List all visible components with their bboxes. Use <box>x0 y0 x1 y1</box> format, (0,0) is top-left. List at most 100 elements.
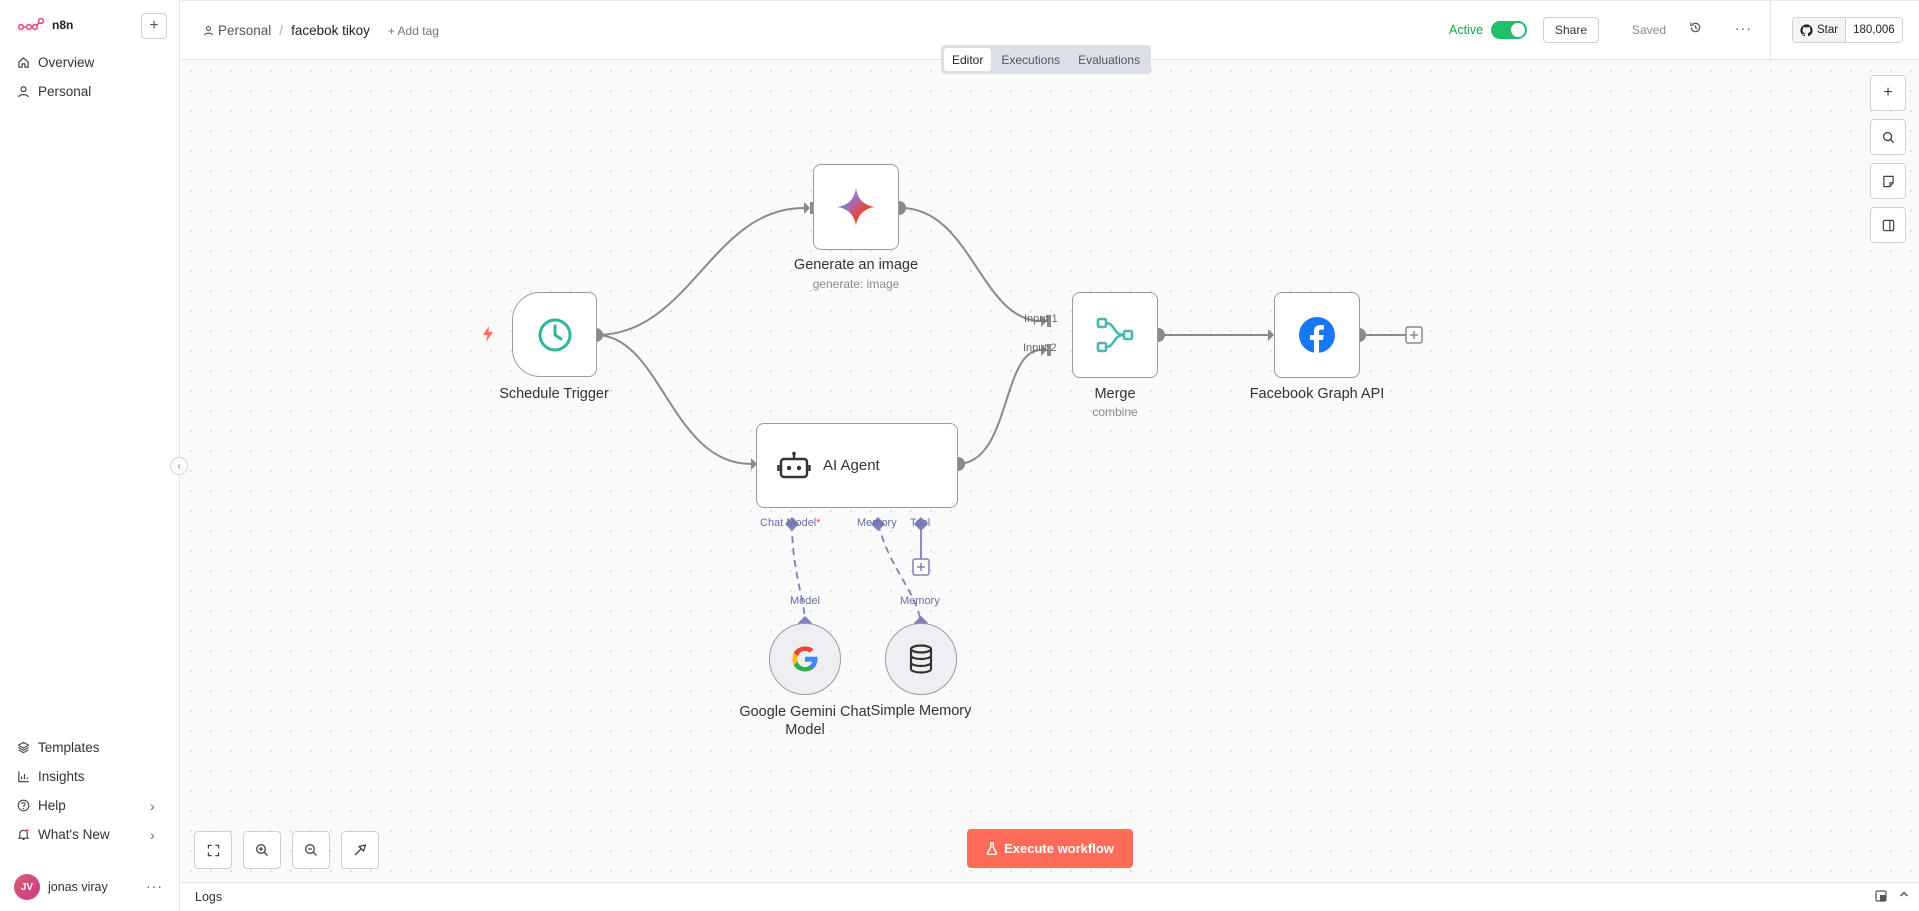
sidebar-item-overview[interactable]: Overview <box>16 55 94 70</box>
tidy-up-icon[interactable] <box>341 831 379 869</box>
node-generate-image[interactable] <box>813 164 899 250</box>
connection-gemini-agent <box>791 523 806 624</box>
brand-name: n8n <box>52 18 74 32</box>
toggle-switch[interactable] <box>1491 21 1528 39</box>
bell-icon <box>16 828 30 842</box>
port-label-input-2: Input 2 <box>1023 342 1057 354</box>
tab-executions[interactable]: Executions <box>993 48 1068 71</box>
workflow-name[interactable]: facebok tikoy <box>291 23 370 38</box>
share-button[interactable]: Share <box>1543 17 1600 43</box>
brand[interactable]: n8n <box>18 18 73 32</box>
port-label-tool: Tool <box>910 517 931 529</box>
clock-icon <box>538 318 571 351</box>
avatar: JV <box>14 874 40 900</box>
node-subtitle: generate: image <box>812 277 900 291</box>
gemini-sparkle-icon <box>837 188 875 226</box>
node-subtitle: combine <box>1092 405 1138 419</box>
breadcrumb-separator: / <box>279 23 284 38</box>
github-star-count: 180,006 <box>1846 18 1902 42</box>
sidebar-item-label: Templates <box>38 740 100 755</box>
search-icon[interactable] <box>1870 119 1906 155</box>
breadcrumb-project[interactable]: Personal <box>203 23 271 38</box>
google-icon <box>792 646 818 672</box>
n8n-logo-icon <box>18 18 44 31</box>
database-icon <box>909 644 933 674</box>
fit-view-icon[interactable] <box>194 831 232 869</box>
active-label: Active <box>1449 23 1484 37</box>
flask-icon <box>986 842 998 855</box>
execute-workflow-button[interactable]: Execute workflow <box>967 829 1133 868</box>
port-label-memory: Memory <box>900 595 940 607</box>
user-menu[interactable]: JV jonas viray <box>14 874 108 900</box>
node-facebook-graph-api[interactable] <box>1274 292 1360 378</box>
node-title: Facebook Graph API <box>1249 386 1385 402</box>
sidebar: n8n + Overview Personal Templates Insigh… <box>0 0 180 911</box>
node-simple-memory[interactable] <box>885 623 957 695</box>
chevron-right-icon: › <box>150 797 155 814</box>
node-merge[interactable] <box>1072 292 1158 378</box>
add-node-button <box>1405 326 1423 344</box>
facebook-icon <box>1299 317 1335 353</box>
active-toggle[interactable]: Active <box>1449 21 1528 39</box>
node-title: Merge <box>1094 386 1136 402</box>
node-title: AI Agent <box>823 457 880 474</box>
home-icon <box>16 56 30 70</box>
logs-label: Logs <box>195 890 223 904</box>
sidebar-item-insights[interactable]: Insights <box>16 769 85 784</box>
sidebar-item-label: Personal <box>38 84 92 99</box>
input-arrow <box>804 202 810 214</box>
collapse-sidebar-icon[interactable]: ‹ <box>170 457 188 475</box>
user-icon <box>204 25 213 36</box>
sidebar-item-label: What's New <box>38 827 110 842</box>
port-label-memory: Memory <box>857 517 897 529</box>
chevron-right-icon: › <box>150 826 155 843</box>
connections-layer <box>589 201 1423 630</box>
sticky-note-icon[interactable] <box>1870 163 1906 199</box>
panel-toggle-icon[interactable] <box>1870 207 1906 243</box>
help-icon <box>16 799 30 813</box>
robot-icon <box>777 451 811 478</box>
github-star-button[interactable]: Star 180,006 <box>1792 17 1903 43</box>
sidebar-item-label: Overview <box>38 55 95 70</box>
sidebar-item-whats-new[interactable]: What's New › <box>16 827 155 843</box>
chevron-up-icon[interactable] <box>1898 888 1910 903</box>
mode-tabs: Editor Executions Evaluations <box>941 45 1152 74</box>
sidebar-item-personal[interactable]: Personal <box>16 84 91 99</box>
user-icon <box>16 85 30 99</box>
node-title: Schedule Trigger <box>499 386 609 402</box>
zoom-in-icon[interactable] <box>243 831 281 869</box>
sidebar-item-label: Insights <box>38 769 85 784</box>
templates-icon <box>16 741 30 755</box>
logs-panel[interactable]: Logs <box>181 882 1919 911</box>
tab-evaluations[interactable]: Evaluations <box>1070 48 1148 71</box>
more-icon[interactable]: ··· <box>146 878 163 894</box>
tab-editor[interactable]: Editor <box>944 48 992 71</box>
breadcrumb: Personal / facebok tikoy + Add tag <box>203 23 439 38</box>
create-button[interactable]: + <box>141 13 167 39</box>
more-icon[interactable]: ··· <box>1735 20 1752 36</box>
sidebar-item-templates[interactable]: Templates <box>16 740 100 755</box>
workflow-canvas[interactable]: Schedule Trigger Generate an image gener… <box>181 61 1919 882</box>
add-tag-button[interactable]: + Add tag <box>388 24 439 38</box>
node-schedule-trigger[interactable] <box>512 292 597 377</box>
zoom-out-icon[interactable] <box>292 831 330 869</box>
node-google-gemini-chat-model[interactable] <box>769 623 841 695</box>
port-label-input-1: Input 1 <box>1024 313 1058 325</box>
sidebar-item-help[interactable]: Help › <box>16 798 155 814</box>
node-title: Generate an image <box>793 257 919 273</box>
port-label-model: Model <box>790 595 820 607</box>
merge-icon <box>1096 317 1134 353</box>
sidebar-item-label: Help <box>38 798 66 813</box>
trigger-lightning-icon <box>481 325 495 346</box>
add-node-button[interactable]: + <box>1870 75 1906 111</box>
pop-out-icon[interactable] <box>1875 890 1887 905</box>
node-ai-agent[interactable]: AI Agent <box>756 423 958 508</box>
github-icon <box>1800 23 1813 36</box>
header-divider <box>1770 1 1771 61</box>
user-name: jonas viray <box>48 880 108 894</box>
chart-icon <box>16 770 30 784</box>
saved-status: Saved <box>1632 23 1667 37</box>
history-icon[interactable] <box>1689 21 1702 37</box>
connection-agent-merge <box>956 349 1042 465</box>
node-title: Simple Memory <box>870 703 972 719</box>
